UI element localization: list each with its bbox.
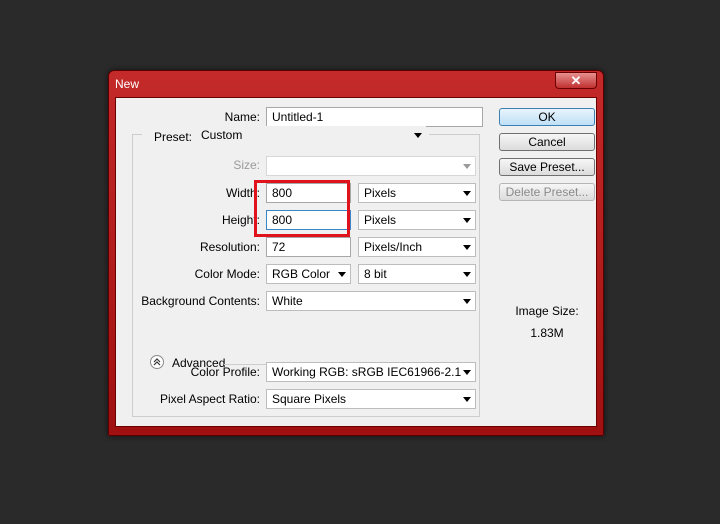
chevron-down-icon [338, 272, 346, 277]
color-mode-label: Color Mode: [194, 267, 260, 281]
preset-value: Custom [201, 128, 243, 142]
annotation-highlight-box [254, 180, 350, 237]
width-unit-value: Pixels [364, 186, 397, 200]
close-button[interactable]: ✕ [555, 72, 597, 89]
new-document-dialog: New ✕ Name: Untitled-1 Preset: Custom Si… [108, 70, 604, 436]
background-contents-label: Background Contents: [141, 294, 260, 308]
color-mode-value: RGB Color [272, 267, 331, 281]
name-label: Name: [224, 110, 260, 124]
advanced-toggle[interactable] [150, 355, 164, 369]
image-size-label: Image Size: [515, 304, 579, 318]
background-contents-select[interactable]: White [266, 291, 476, 311]
resolution-input[interactable]: 72 [266, 237, 351, 257]
pixel-aspect-ratio-value: Square Pixels [272, 392, 347, 406]
resolution-unit-value: Pixels/Inch [364, 240, 423, 254]
bit-depth-value: 8 bit [364, 267, 387, 281]
chevron-down-icon [463, 272, 471, 277]
chevron-down-icon [463, 164, 471, 169]
bit-depth-select[interactable]: 8 bit [358, 264, 476, 284]
image-size-value: 1.83M [530, 326, 564, 340]
cancel-button[interactable]: Cancel [499, 133, 595, 151]
ok-button[interactable]: OK [499, 108, 595, 126]
height-unit-value: Pixels [364, 213, 397, 227]
pixel-aspect-ratio-label: Pixel Aspect Ratio: [159, 392, 260, 406]
chevron-down-icon [463, 370, 471, 375]
dialog-content: Name: Untitled-1 Preset: Custom Size: Wi… [115, 97, 597, 427]
chevron-down-icon [414, 133, 422, 138]
height-unit-select[interactable]: Pixels [358, 210, 476, 230]
chevron-down-icon [463, 191, 471, 196]
preset-select[interactable]: Custom [200, 126, 426, 146]
resolution-unit-select[interactable]: Pixels/Inch [358, 237, 476, 257]
name-field[interactable]: Untitled-1 [266, 107, 483, 127]
chevron-up-icon [153, 358, 161, 366]
preset-label: Preset: [154, 130, 193, 144]
color-mode-select[interactable]: RGB Color [266, 264, 351, 284]
background-contents-value: White [272, 294, 303, 308]
color-profile-value: Working RGB: sRGB IEC61966-2.1 [272, 365, 462, 379]
chevron-down-icon [463, 397, 471, 402]
save-preset-button[interactable]: Save Preset... [499, 158, 595, 176]
chevron-down-icon [463, 299, 471, 304]
chevron-down-icon [463, 218, 471, 223]
color-profile-label: Color Profile: [190, 365, 260, 379]
close-icon: ✕ [570, 73, 582, 88]
width-unit-select[interactable]: Pixels [358, 183, 476, 203]
color-profile-select[interactable]: Working RGB: sRGB IEC61966-2.1 [266, 362, 476, 382]
pixel-aspect-ratio-select[interactable]: Square Pixels [266, 389, 476, 409]
chevron-down-icon [463, 245, 471, 250]
size-label: Size: [233, 158, 260, 172]
resolution-label: Resolution: [199, 240, 260, 254]
delete-preset-button: Delete Preset... [499, 183, 595, 201]
size-select [266, 156, 476, 176]
dialog-title: New [115, 77, 140, 91]
